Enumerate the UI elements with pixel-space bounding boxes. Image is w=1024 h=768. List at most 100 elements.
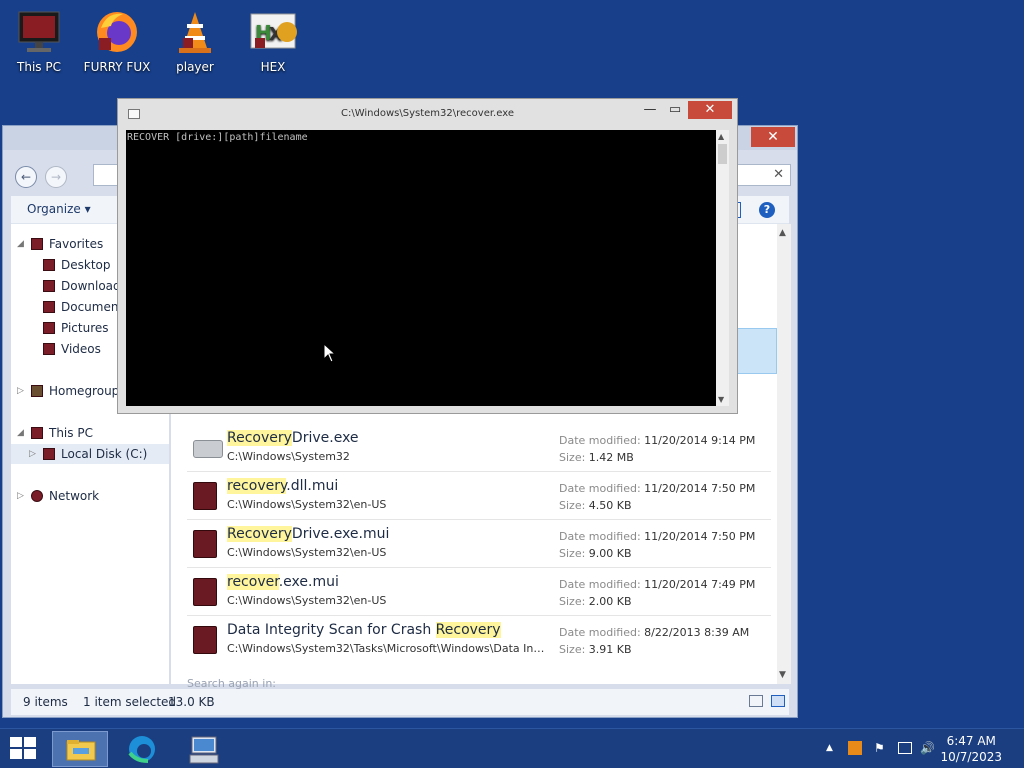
desktop-icon-label: player [176,60,214,74]
clock[interactable]: 6:47 AM 10/7/2023 [940,733,1002,765]
back-button[interactable]: ← [15,166,37,188]
documents-folder-icon [43,301,55,313]
volume-icon[interactable]: 🔊 [920,741,935,755]
hxd-icon: HX [249,8,297,56]
result-size: Size: 2.00 KB [559,595,632,608]
search-box[interactable]: ✕ [731,164,791,186]
action-center-flag-icon[interactable]: ⚑ [874,741,885,755]
result-name: Data Integrity Scan for Crash Recovery [227,622,501,638]
result-item[interactable]: Data Integrity Scan for Crash Recovery C… [187,616,771,664]
maximize-button[interactable]: ▭ [664,101,686,119]
edge-icon[interactable] [114,731,170,767]
result-size: Size: 1.42 MB [559,451,634,464]
clock-date: 10/7/2023 [940,750,1002,764]
result-size: Size: 9.00 KB [559,547,632,560]
help-icon[interactable]: ? [759,202,775,218]
start-button[interactable] [10,737,38,761]
nav-label: Homegroup [49,384,120,398]
organize-button[interactable]: Organize ▾ [27,202,91,216]
drive-icon [193,440,223,458]
videos-folder-icon [43,343,55,355]
scroll-up-icon[interactable]: ▲ [779,228,786,238]
vlc-cone-icon [171,8,219,56]
nav-this-pc[interactable]: ◢ This PC [11,423,169,443]
desktop-folder-icon [43,259,55,271]
network-tray-icon[interactable] [898,742,912,754]
result-date: Date modified: 8/22/2013 8:39 AM [559,626,750,639]
file-icon [193,482,217,510]
desktop-icon-label: HEX [260,60,286,74]
forward-button[interactable]: → [45,166,67,188]
result-date: Date modified: 11/20/2014 9:14 PM [559,434,756,447]
nav-label: Local Disk (C:) [61,447,148,461]
clock-time: 6:47 AM [946,734,996,748]
monitor-icon [15,8,63,56]
star-icon [31,238,43,250]
pictures-folder-icon [43,322,55,334]
minimize-button[interactable]: — [639,101,661,119]
result-path: C:\Windows\System32\en-US [227,546,387,559]
expand-arrow-icon[interactable]: ◢ [17,234,24,254]
selection-size: 13.0 KB [168,695,215,709]
item-count: 9 items [23,695,68,709]
nav-label: Pictures [61,321,109,335]
result-path: C:\Windows\System32 [227,450,350,463]
console-close-button[interactable]: ✕ [688,101,732,119]
scroll-thumb[interactable] [718,144,727,164]
console-window: C:\Windows\System32\recover.exe — ▭ ✕ RE… [117,98,738,414]
result-name: recovery.dll.mui [227,478,339,494]
result-date: Date modified: 11/20/2014 7:50 PM [559,530,756,543]
result-path: C:\Windows\System32\Tasks\Microsoft\Wind… [227,642,547,655]
result-item[interactable]: recover.exe.mui C:\Windows\System32\en-U… [187,568,771,616]
result-path: C:\Windows\System32\en-US [227,498,387,511]
keyboard-computer-icon[interactable] [176,731,232,767]
show-hidden-icons[interactable]: ▲ [826,743,833,753]
desktop-icon-hex[interactable]: HX HEX [238,8,308,74]
local-disk-icon [43,448,55,460]
clear-search-icon[interactable]: ✕ [773,167,784,182]
homegroup-icon [31,385,43,397]
large-icons-view-icon[interactable] [771,695,785,707]
expand-arrow-icon[interactable]: ▷ [29,444,36,464]
nav-label: Videos [61,342,101,356]
result-path: C:\Windows\System32\en-US [227,594,387,607]
network-icon [31,490,43,502]
scroll-up-icon[interactable]: ▲ [718,132,724,141]
result-item[interactable]: recovery.dll.mui C:\Windows\System32\en-… [187,472,771,520]
result-name: recover.exe.mui [227,574,339,590]
nav-network[interactable]: ▷ Network [11,486,169,506]
desktop-icon-label: FURRY FUX [83,60,151,74]
file-explorer-icon[interactable] [52,731,108,767]
nav-label: Network [49,489,100,503]
console-output[interactable]: RECOVER [drive:][path]filename [126,130,716,406]
nav-label: This PC [49,426,93,440]
expand-arrow-icon[interactable]: ◢ [17,423,24,443]
expand-arrow-icon[interactable]: ▷ [17,486,24,506]
results-scrollbar[interactable]: ▲ ▼ [777,224,791,684]
result-item[interactable]: RecoveryDrive.exe C:\Windows\System32 Da… [187,424,771,472]
app-tray-icon[interactable] [848,741,862,755]
scroll-down-icon[interactable]: ▼ [779,670,786,680]
result-name: RecoveryDrive.exe.mui [227,526,390,542]
expand-arrow-icon[interactable]: ▷ [17,381,24,401]
taskbar: ▲ ⚑ 🔊 6:47 AM 10/7/2023 [0,728,1024,768]
result-item[interactable]: RecoveryDrive.exe.mui C:\Windows\System3… [187,520,771,568]
scroll-down-icon[interactable]: ▼ [718,395,724,404]
file-icon [193,626,217,654]
file-icon [193,578,217,606]
desktop-icon-player[interactable]: player [160,8,230,74]
console-scrollbar[interactable]: ▲ ▼ [716,130,729,406]
desktop-icon-furry-fux[interactable]: FURRY FUX [82,8,152,74]
downloads-folder-icon [43,280,55,292]
details-view-icon[interactable] [749,695,763,707]
desktop-icon-label: This PC [17,60,61,74]
result-date: Date modified: 11/20/2014 7:49 PM [559,578,756,591]
explorer-close-button[interactable]: ✕ [751,127,795,147]
desktop-icon-this-pc[interactable]: This PC [4,8,74,74]
nav-local-disk[interactable]: ▷ Local Disk (C:) [11,444,169,464]
file-icon [193,530,217,558]
console-text: RECOVER [drive:][path]filename [127,132,308,143]
computer-icon [31,427,43,439]
result-size: Size: 4.50 KB [559,499,632,512]
result-size: Size: 3.91 KB [559,643,632,656]
